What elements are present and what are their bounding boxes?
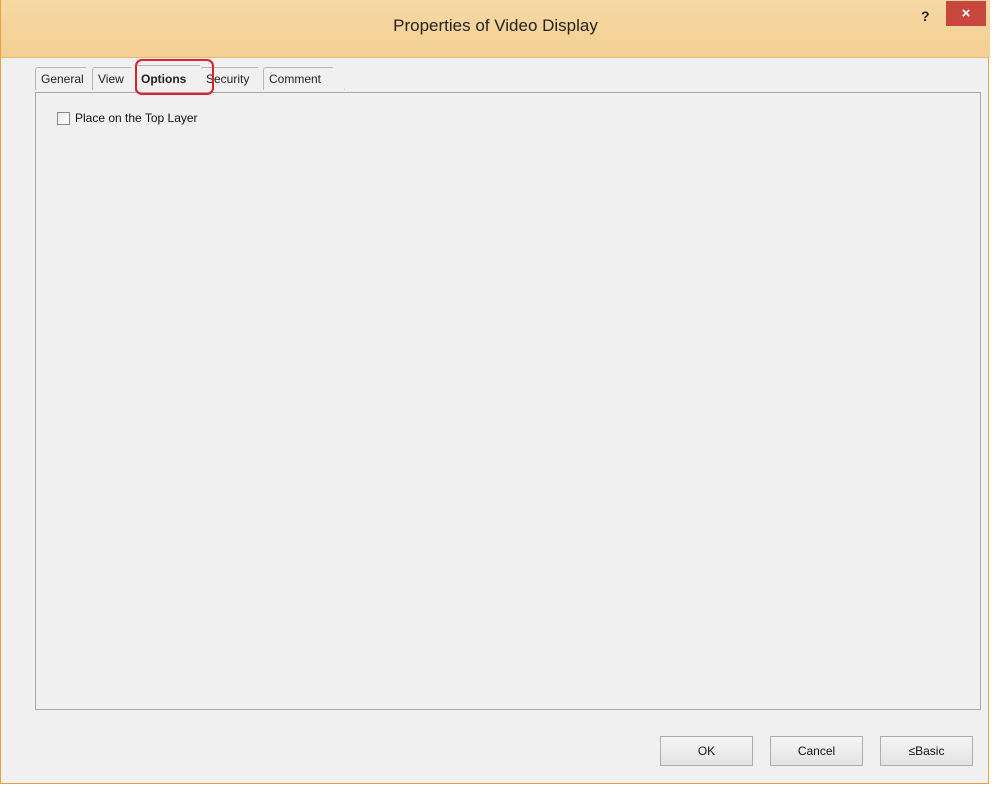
- title-bar[interactable]: Properties of Video Display ? ×: [1, 0, 990, 58]
- ok-button[interactable]: OK: [660, 736, 753, 766]
- basic-button[interactable]: ≤Basic: [880, 736, 973, 766]
- top-layer-option[interactable]: Place on the Top Layer: [57, 111, 198, 125]
- tab-general[interactable]: General: [35, 67, 95, 90]
- dialog-body: General View Security Comment Options Pl…: [9, 58, 981, 776]
- cancel-button[interactable]: Cancel: [770, 736, 863, 766]
- close-button[interactable]: ×: [946, 1, 986, 26]
- options-panel: Place on the Top Layer: [35, 92, 981, 710]
- dialog-title: Properties of Video Display: [393, 16, 598, 35]
- help-button[interactable]: ?: [921, 8, 930, 24]
- top-layer-checkbox[interactable]: [57, 111, 70, 125]
- tab-comment[interactable]: Comment: [263, 67, 345, 90]
- tab-view[interactable]: View: [92, 67, 138, 90]
- top-layer-label: Place on the Top Layer: [75, 111, 198, 125]
- properties-dialog: Properties of Video Display ? × General …: [0, 0, 990, 784]
- tab-highlight-marker: [135, 59, 214, 95]
